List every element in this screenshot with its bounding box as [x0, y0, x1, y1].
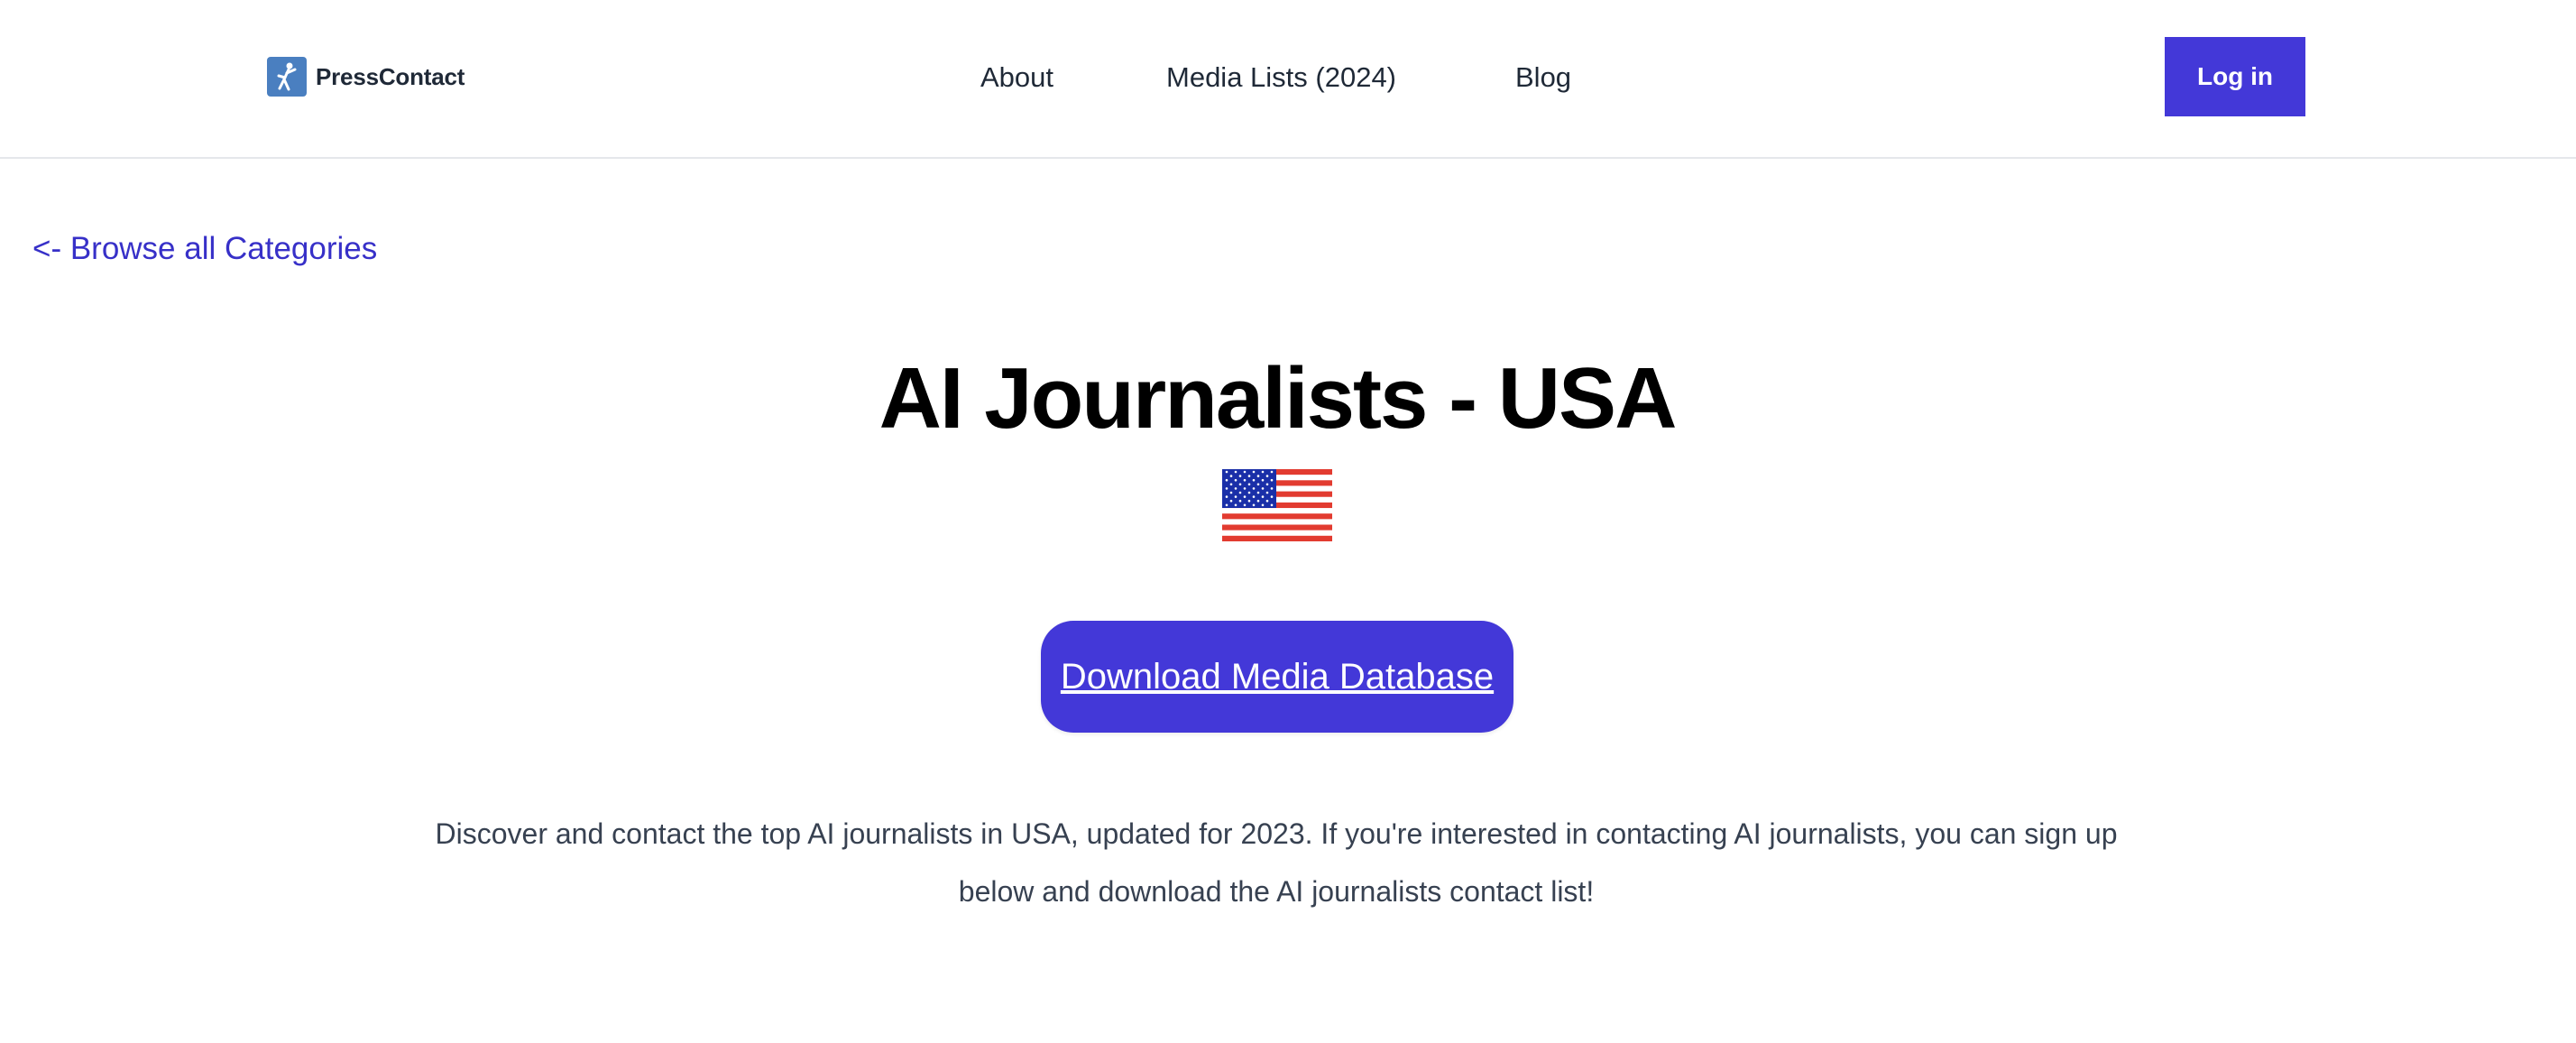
page: PressContact About Media Lists (2024) Bl… [0, 0, 2576, 1043]
download-media-database-button[interactable]: Download Media Database [1041, 621, 1513, 733]
nav-about-link[interactable]: About [980, 54, 1053, 101]
browse-categories-link[interactable]: <- Browse all Categories [32, 231, 377, 267]
page-description: Discover and contact the top AI journali… [435, 817, 2118, 908]
nav-media-lists-link[interactable]: Media Lists (2024) [1166, 54, 1396, 101]
site-header: PressContact About Media Lists (2024) Bl… [0, 0, 2576, 159]
nav-blog-link[interactable]: Blog [1515, 54, 1571, 101]
login-button[interactable]: Log in [2165, 37, 2305, 116]
page-title: AI Journalists - USA [879, 350, 1678, 447]
us-flag-icon [1222, 469, 1332, 541]
